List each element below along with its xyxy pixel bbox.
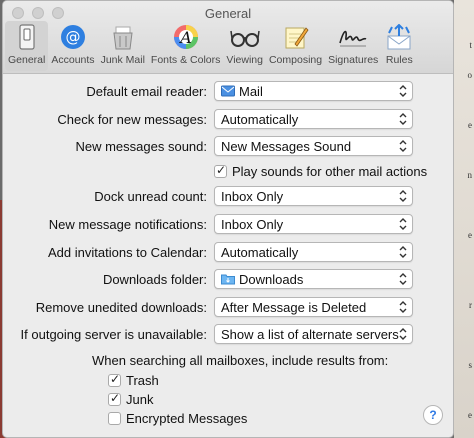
fonts-colors-icon: A [171,23,201,51]
row-outgoing-server: If outgoing server is unavailable: Show … [3,324,453,346]
row-default-email-reader: Default email reader: Mail [3,81,453,103]
outgoing-server-popup[interactable]: Show a list of alternate servers [214,324,413,344]
tab-fonts-colors[interactable]: A Fonts & Colors [148,21,223,71]
help-button[interactable]: ? [423,405,443,425]
at-sign-icon: @ [58,23,88,51]
add-invitations-popup[interactable]: Automatically [214,242,413,262]
remove-unedited-popup[interactable]: After Message is Deleted [214,297,413,317]
downloads-folder-value: Downloads [239,271,304,287]
tab-signatures[interactable]: Signatures [325,21,381,71]
check-new-messages-value: Automatically [221,111,299,127]
glasses-icon [229,23,260,51]
new-messages-sound-label: New messages sound: [75,139,207,154]
row-downloads-folder: Downloads folder: Downloads [3,269,453,291]
chevron-updown-icon [399,140,407,152]
mail-app-icon [221,85,235,97]
default-email-reader-value: Mail [239,83,263,99]
trash-checkbox-box[interactable] [108,372,121,387]
row-remove-unedited: Remove unedited downloads: After Message… [3,297,453,319]
tab-fonts-colors-label: Fonts & Colors [150,54,221,66]
chevron-updown-icon [399,273,407,285]
dock-unread-count-label: Dock unread count: [94,189,207,204]
add-invitations-label: Add invitations to Calendar: [48,245,207,260]
row-check-new-messages: Check for new messages: Automatically [3,109,453,131]
outgoing-server-value: Show a list of alternate servers [221,326,399,342]
tab-composing[interactable]: Composing [266,21,325,71]
svg-text:@: @ [65,28,80,46]
svg-text:A: A [178,28,192,47]
tab-junk-mail-label: Junk Mail [100,54,145,66]
tab-viewing[interactable]: Viewing [223,21,266,71]
tab-signatures-label: Signatures [328,54,379,66]
tab-accounts[interactable]: @ Accounts [48,21,97,71]
junk-checkbox-box[interactable] [108,391,121,406]
chevron-updown-icon [399,246,407,258]
tab-composing-label: Composing [268,54,323,66]
chevron-updown-icon [399,113,407,125]
downloads-folder-popup[interactable]: Downloads [214,269,413,289]
preferences-window: General General @ Accounts Junk Mail A F… [2,0,454,438]
chevron-updown-icon [399,190,407,202]
tab-general-label: General [8,54,46,66]
tab-rules-label: Rules [385,54,413,66]
rules-envelope-icon [384,23,414,51]
check-new-messages-label: Check for new messages: [57,112,207,127]
encrypted-messages-label: Encrypted Messages [126,411,248,426]
chevron-updown-icon [399,218,407,230]
dock-unread-count-value: Inbox Only [221,188,284,204]
preferences-toolbar: General @ Accounts Junk Mail A Fonts & C… [5,21,417,71]
tab-general[interactable]: General [5,21,49,71]
chevron-updown-icon [399,328,407,340]
play-sounds-checkbox[interactable]: Play sounds for other mail actions [214,163,428,179]
remove-unedited-label: Remove unedited downloads: [35,300,207,315]
background-document: toe ner se [454,0,474,438]
tab-accounts-label: Accounts [51,54,95,66]
title-bar: General General @ Accounts Junk Mail A F… [3,1,453,74]
default-email-reader-label: Default email reader: [86,84,207,99]
new-messages-sound-popup[interactable]: New Messages Sound [214,136,413,156]
junk-label: Junk [126,392,154,407]
row-dock-unread-count: Dock unread count: Inbox Only [3,186,453,208]
window-title: General [204,6,252,21]
add-invitations-value: Automatically [221,244,299,260]
switch-icon [12,23,42,51]
chevron-updown-icon [399,301,407,313]
dock-unread-count-popup[interactable]: Inbox Only [214,186,413,206]
tab-rules[interactable]: Rules [381,21,417,71]
encrypted-messages-checkbox-box[interactable] [108,412,121,425]
default-email-reader-popup[interactable]: Mail [214,81,413,101]
new-message-notifications-label: New message notifications: [48,217,207,232]
outgoing-server-label: If outgoing server is unavailable: [20,327,207,342]
row-new-messages-sound: New messages sound: New Messages Sound [3,136,453,158]
tab-viewing-label: Viewing [226,54,263,66]
remove-unedited-value: After Message is Deleted [221,299,367,315]
search-results-label: When searching all mailboxes, include re… [92,353,389,368]
new-message-notifications-popup[interactable]: Inbox Only [214,214,413,234]
play-sounds-label: Play sounds for other mail actions [232,164,428,179]
new-messages-sound-value: New Messages Sound [221,138,352,154]
pencil-paper-icon [281,23,311,51]
general-pane: Default email reader: Mail Check for new… [3,73,453,437]
new-message-notifications-value: Inbox Only [221,216,284,232]
tab-junk-mail[interactable]: Junk Mail [98,21,148,71]
row-new-message-notifications: New message notifications: Inbox Only [3,214,453,236]
play-sounds-checkbox-box[interactable] [214,163,227,178]
folder-icon [221,274,235,285]
junk-checkbox[interactable]: Junk [108,391,154,407]
trash-label: Trash [126,373,159,388]
junk-trash-icon [108,23,138,51]
chevron-updown-icon [399,85,407,97]
signature-icon [338,23,368,51]
row-add-invitations: Add invitations to Calendar: Automatical… [3,242,453,264]
trash-checkbox[interactable]: Trash [108,372,159,388]
downloads-folder-label: Downloads folder: [102,272,207,287]
check-new-messages-popup[interactable]: Automatically [214,109,413,129]
encrypted-messages-checkbox[interactable]: Encrypted Messages [108,411,247,426]
